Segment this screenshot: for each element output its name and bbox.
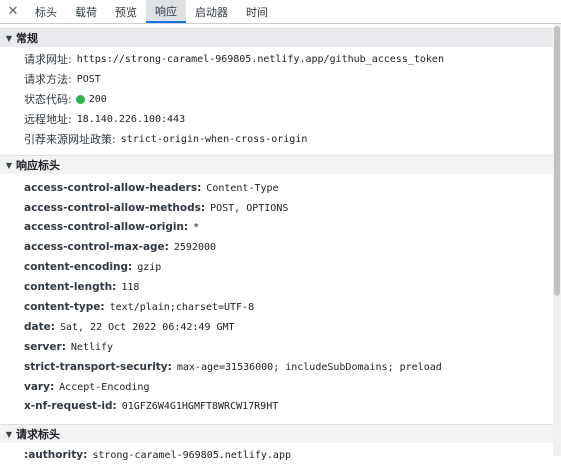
general-row-method: 请求方法: POST: [24, 70, 101, 88]
tab-headers[interactable]: 标头: [26, 0, 66, 23]
response-header-row: server: Netlify: [24, 338, 113, 356]
request-header-row: :authority: strong-caramel-969805.netlif…: [24, 446, 291, 464]
header-value: 01GFZ6W4G1HGMFT8WRCW17R9HT: [121, 400, 279, 412]
header-key: date:: [24, 321, 55, 333]
header-key: access-control-max-age:: [24, 241, 169, 253]
tab-timing[interactable]: 时间: [237, 0, 277, 23]
general-value: strict-origin-when-cross-origin: [120, 133, 308, 145]
expand-triangle-icon: ▼: [5, 429, 13, 439]
header-key: server:: [24, 341, 66, 353]
general-row-url: 请求网址: https://strong-caramel-969805.netl…: [24, 50, 444, 68]
expand-triangle-icon: ▼: [5, 33, 13, 43]
general-key: 远程地址:: [24, 113, 72, 126]
status-code-value: 200: [88, 93, 107, 105]
tab-initiator[interactable]: 启动器: [186, 0, 237, 23]
tab-response[interactable]: 响应: [146, 0, 186, 23]
response-header-row: access-control-allow-methods: POST, OPTI…: [24, 199, 288, 217]
header-key: access-control-allow-methods:: [24, 202, 206, 214]
header-value: 118: [121, 281, 140, 293]
response-header-row: vary: Accept-Encoding: [24, 378, 149, 396]
response-header-row: strict-transport-security: max-age=31536…: [24, 358, 442, 376]
general-key: 请求方法:: [24, 73, 72, 86]
header-key: content-encoding:: [24, 261, 133, 273]
header-key: :authority:: [24, 449, 88, 461]
header-value: gzip: [137, 261, 162, 273]
section-response-headers-title: 响应标头: [16, 159, 60, 172]
response-header-row: access-control-allow-origin: *: [24, 218, 199, 236]
response-header-row: content-encoding: gzip: [24, 258, 161, 276]
section-general-header[interactable]: ▼ 常规: [0, 28, 553, 47]
response-header-row: content-length: 118: [24, 278, 139, 296]
general-value: 18.140.226.100:443: [76, 113, 186, 125]
general-row-remote: 远程地址: 18.140.226.100:443: [24, 110, 185, 128]
header-key: access-control-allow-headers:: [24, 182, 202, 194]
section-general-title: 常规: [16, 32, 38, 45]
header-value: max-age=31536000; includeSubDomains; pre…: [176, 361, 442, 373]
general-key: 请求网址:: [24, 53, 72, 66]
close-icon[interactable]: ✕: [0, 0, 26, 23]
header-key: access-control-allow-origin:: [24, 221, 189, 233]
header-value: Netlify: [70, 341, 114, 353]
expand-triangle-icon: ▼: [5, 160, 13, 170]
general-value: POST: [76, 73, 101, 85]
header-value: POST, OPTIONS: [210, 202, 289, 214]
header-key: content-length:: [24, 281, 117, 293]
header-value: Sat, 22 Oct 2022 06:42:49 GMT: [59, 321, 235, 333]
general-key: 引荐来源网址政策:: [24, 133, 116, 146]
tab-preview[interactable]: 预览: [106, 0, 146, 23]
response-header-row: date: Sat, 22 Oct 2022 06:42:49 GMT: [24, 318, 235, 336]
status-ok-icon: [75, 94, 85, 104]
general-value: https://strong-caramel-969805.netlify.ap…: [76, 53, 444, 65]
header-key: content-type:: [24, 301, 105, 313]
response-header-row: access-control-allow-headers: Content-Ty…: [24, 179, 279, 197]
scrollbar-thumb[interactable]: [554, 26, 560, 296]
general-row-referrer: 引荐来源网址政策: strict-origin-when-cross-origi…: [24, 130, 307, 148]
response-header-row: content-type: text/plain;charset=UTF-8: [24, 298, 254, 316]
header-value: *: [193, 221, 200, 233]
response-header-row: access-control-max-age: 2592000: [24, 238, 216, 256]
header-key: strict-transport-security:: [24, 361, 172, 373]
response-header-row: x-nf-request-id: 01GFZ6W4G1HGMFT8WRCW17R…: [24, 397, 278, 415]
section-request-headers-title: 请求标头: [16, 428, 60, 441]
section-response-headers-header[interactable]: ▼ 响应标头: [0, 155, 553, 174]
header-key: x-nf-request-id:: [24, 400, 117, 412]
header-value: strong-caramel-969805.netlify.app: [92, 449, 291, 461]
header-key: vary:: [24, 381, 55, 393]
general-row-status: 状态代码: 200: [24, 90, 107, 108]
header-value: text/plain;charset=UTF-8: [109, 301, 255, 313]
header-value: 2592000: [173, 241, 217, 253]
tab-payload[interactable]: 载荷: [66, 0, 106, 23]
general-key: 状态代码:: [24, 93, 72, 106]
section-request-headers-header[interactable]: ▼ 请求标头: [0, 424, 553, 443]
header-value: Content-Type: [206, 182, 279, 194]
header-value: Accept-Encoding: [59, 381, 150, 393]
tab-bar: ✕ 标头 载荷 预览 响应 启动器 时间: [0, 0, 561, 24]
